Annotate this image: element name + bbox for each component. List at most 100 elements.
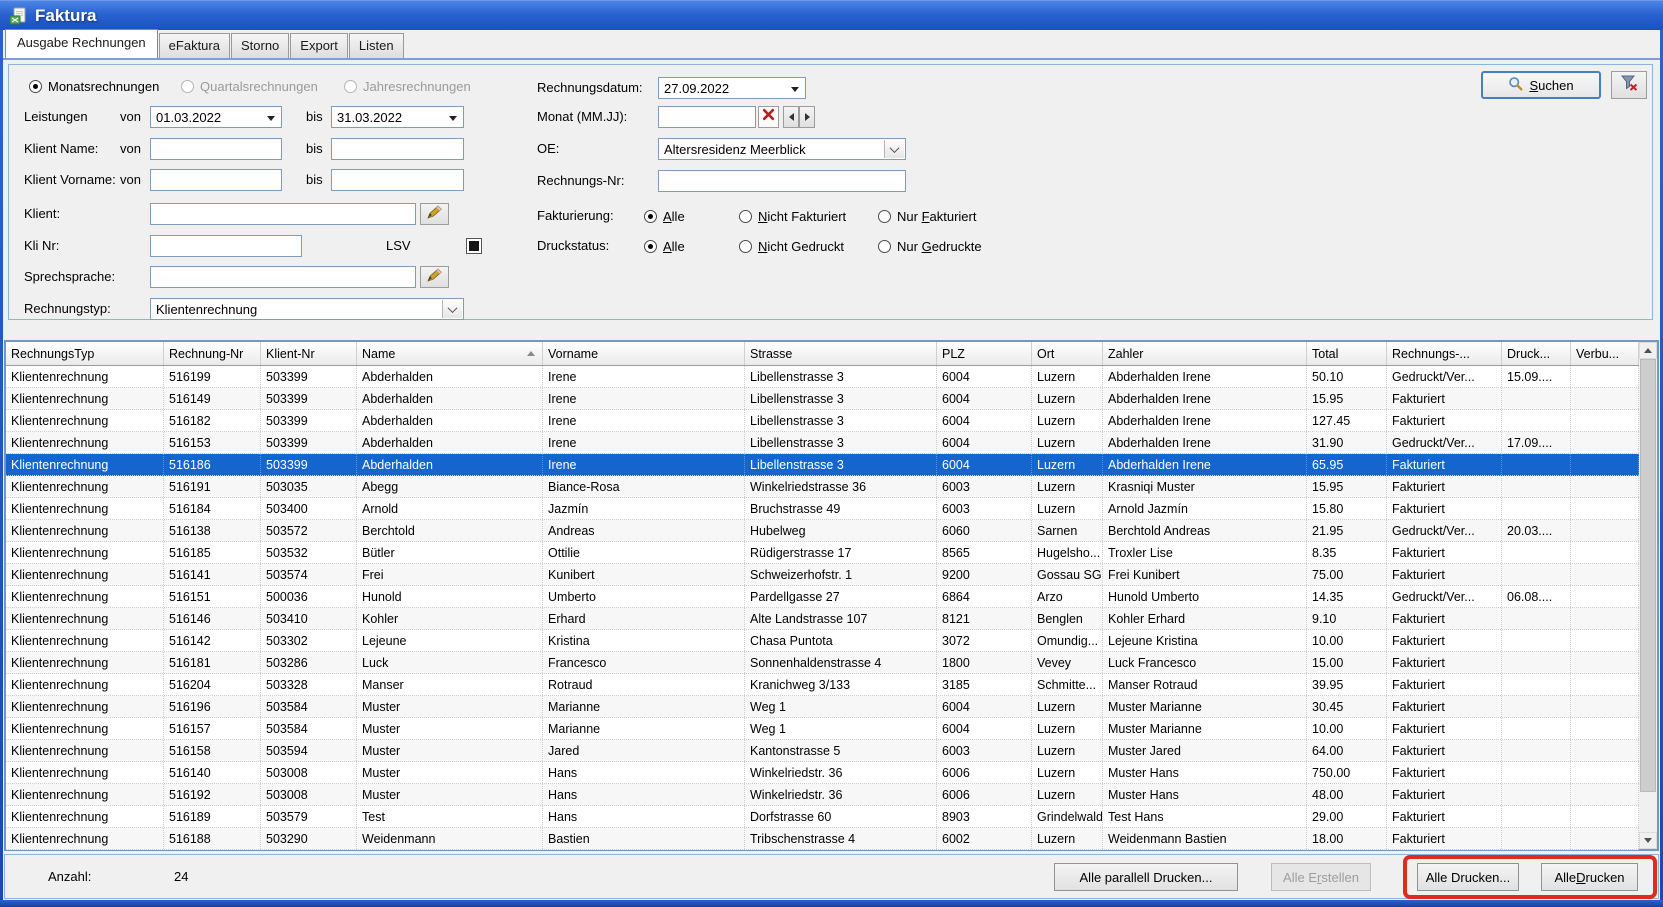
table-row[interactable]: Klientenrechnung516141503574FreiKunibert… <box>6 564 1639 586</box>
column-header-total[interactable]: Total <box>1307 342 1387 365</box>
klient-edit-button[interactable] <box>420 203 449 225</box>
dropdown-button[interactable] <box>442 300 462 318</box>
column-header-vorname[interactable]: Vorname <box>543 342 745 365</box>
table-cell <box>1502 718 1571 739</box>
tab-ausgabe-rechnungen[interactable]: Ausgabe Rechnungen <box>5 29 158 58</box>
klient-input[interactable] <box>150 203 416 225</box>
table-row[interactable]: Klientenrechnung516142503302LejeuneKrist… <box>6 630 1639 652</box>
radio-fakturierung-alle[interactable]: Alle <box>644 205 685 227</box>
klient-name-von-input[interactable] <box>150 138 282 160</box>
table-row[interactable]: Klientenrechnung516157503584MusterMarian… <box>6 718 1639 740</box>
tab-listen[interactable]: Listen <box>349 33 404 58</box>
table-cell: Winkelriedstr. 36 <box>745 784 937 805</box>
scroll-up-button[interactable] <box>1639 342 1657 359</box>
table-row[interactable]: Klientenrechnung516182503399AbderhaldenI… <box>6 410 1639 432</box>
vertical-scrollbar[interactable] <box>1639 342 1657 849</box>
tab-export[interactable]: Export <box>290 33 348 58</box>
radio-druckstatus-nicht-gedruckt[interactable]: Nicht Gedruckt <box>739 235 844 257</box>
table-cell <box>1571 388 1639 409</box>
table-cell <box>1571 674 1639 695</box>
klient-vorname-von-input[interactable] <box>150 169 282 191</box>
radio-fakturierung-nicht-fakturiert[interactable]: Nicht Fakturiert <box>739 205 846 227</box>
column-header-plz[interactable]: PLZ <box>937 342 1032 365</box>
table-row[interactable]: Klientenrechnung516146503410KohlerErhard… <box>6 608 1639 630</box>
table-cell: 516184 <box>164 498 261 519</box>
button-alle-parallell-drucken[interactable]: Alle parallell Drucken... <box>1054 863 1238 891</box>
column-header-rechnung-nr[interactable]: Rechnung-Nr <box>164 342 261 365</box>
clear-filter-button[interactable] <box>1611 71 1647 99</box>
column-header-verbu[interactable]: Verbu... <box>1571 342 1639 365</box>
scrollbar-thumb[interactable] <box>1640 359 1656 792</box>
column-header-zahler[interactable]: Zahler <box>1103 342 1307 365</box>
sprechsprache-edit-button[interactable] <box>420 266 449 288</box>
button-alle-drucken[interactable]: Alle Drucken... <box>1417 863 1519 891</box>
leistungen-von-date-select[interactable]: 01.03.2022 <box>150 106 282 128</box>
column-header-strasse[interactable]: Strasse <box>745 342 937 365</box>
column-header-rechnungstyp[interactable]: RechnungsTyp <box>6 342 164 365</box>
tab-storno[interactable]: Storno <box>231 33 289 58</box>
table-row[interactable]: Klientenrechnung516151500036HunoldUmbert… <box>6 586 1639 608</box>
arrow-up-icon <box>1644 348 1652 353</box>
table-row[interactable]: Klientenrechnung516186503399AbderhaldenI… <box>6 454 1639 476</box>
table-row[interactable]: Klientenrechnung516181503286LuckFrancesc… <box>6 652 1639 674</box>
table-row[interactable]: Klientenrechnung516184503400ArnoldJazmín… <box>6 498 1639 520</box>
lsv-checkbox[interactable] <box>466 238 482 254</box>
monat-clear-button[interactable] <box>758 106 779 128</box>
table-cell <box>1502 410 1571 431</box>
column-header-rechnungs[interactable]: Rechnungs-... <box>1387 342 1502 365</box>
table-row[interactable]: Klientenrechnung516153503399AbderhaldenI… <box>6 432 1639 454</box>
table-cell: Klientenrechnung <box>6 740 164 761</box>
column-header-ort[interactable]: Ort <box>1032 342 1103 365</box>
table-cell: Irene <box>543 410 745 431</box>
table-cell: 516146 <box>164 608 261 629</box>
table-row[interactable]: Klientenrechnung516158503594MusterJaredK… <box>6 740 1639 762</box>
table-cell: Klientenrechnung <box>6 388 164 409</box>
kli-nr-input[interactable] <box>150 235 302 257</box>
table-cell: Muster <box>357 696 543 717</box>
table-row[interactable]: Klientenrechnung516149503399AbderhaldenI… <box>6 388 1639 410</box>
column-header-name[interactable]: Name <box>357 342 543 365</box>
column-header-druck[interactable]: Druck... <box>1502 342 1571 365</box>
table-cell <box>1571 762 1639 783</box>
table-cell: 14.35 <box>1307 586 1387 607</box>
table-cell <box>1571 696 1639 717</box>
sprechsprache-input[interactable] <box>150 266 416 288</box>
klient-name-bis-input[interactable] <box>331 138 464 160</box>
table-cell <box>1571 586 1639 607</box>
table-row[interactable]: Klientenrechnung516189503579TestHansDorf… <box>6 806 1639 828</box>
dropdown-button[interactable] <box>884 140 904 158</box>
column-header-klient-nr[interactable]: Klient-Nr <box>261 342 357 365</box>
radio-druckstatus-alle[interactable]: Alle <box>644 235 685 257</box>
leistungen-bis-date-select[interactable]: 31.03.2022 <box>331 106 464 128</box>
table-cell: Fakturiert <box>1387 608 1502 629</box>
table-row[interactable]: Klientenrechnung516138503572BerchtoldAnd… <box>6 520 1639 542</box>
table-row[interactable]: Klientenrechnung516191503035AbeggBiance-… <box>6 476 1639 498</box>
table-row[interactable]: Klientenrechnung516196503584MusterMarian… <box>6 696 1639 718</box>
table-row[interactable]: Klientenrechnung516199503399AbderhaldenI… <box>6 366 1639 388</box>
radio-druckstatus-nur-gedruckte[interactable]: Nur Gedruckte <box>878 235 982 257</box>
oe-select[interactable]: Altersresidenz Meerblick <box>658 138 906 160</box>
table-cell: Klientenrechnung <box>6 696 164 717</box>
rechnungs-nr-input[interactable] <box>658 170 906 192</box>
table-cell: 516196 <box>164 696 261 717</box>
table-row[interactable]: Klientenrechnung516204503328ManserRotrau… <box>6 674 1639 696</box>
monat-input[interactable] <box>658 106 756 128</box>
monat-prev-button[interactable] <box>783 106 799 128</box>
radio-monatsrechnungen[interactable]: Monatsrechnungen <box>29 75 159 97</box>
monat-next-button[interactable] <box>799 106 815 128</box>
table-row[interactable]: Klientenrechnung516185503532BütlerOttili… <box>6 542 1639 564</box>
suchen-button[interactable]: Suchen <box>1481 71 1601 99</box>
rechnungsdatum-select[interactable]: 27.09.2022 <box>658 77 806 99</box>
rechnungstyp-select[interactable]: Klientenrechnung <box>150 298 464 320</box>
table-row[interactable]: Klientenrechnung516188503290WeidenmannBa… <box>6 828 1639 850</box>
radio-fakturierung-nur-fakturiert[interactable]: Nur Fakturiert <box>878 205 976 227</box>
table-row[interactable]: Klientenrechnung516192503008MusterHansWi… <box>6 784 1639 806</box>
button-alle-drucken[interactable]: Alle Drucken <box>1541 863 1638 891</box>
klient-vorname-bis-input[interactable] <box>331 169 464 191</box>
table-cell: 503399 <box>261 410 357 431</box>
tab-efaktura[interactable]: eFaktura <box>159 33 230 58</box>
scroll-down-button[interactable] <box>1639 832 1657 849</box>
table-row[interactable]: Klientenrechnung516140503008MusterHansWi… <box>6 762 1639 784</box>
table-cell: Schmitte... <box>1032 674 1103 695</box>
oe-label: OE: <box>537 138 559 160</box>
